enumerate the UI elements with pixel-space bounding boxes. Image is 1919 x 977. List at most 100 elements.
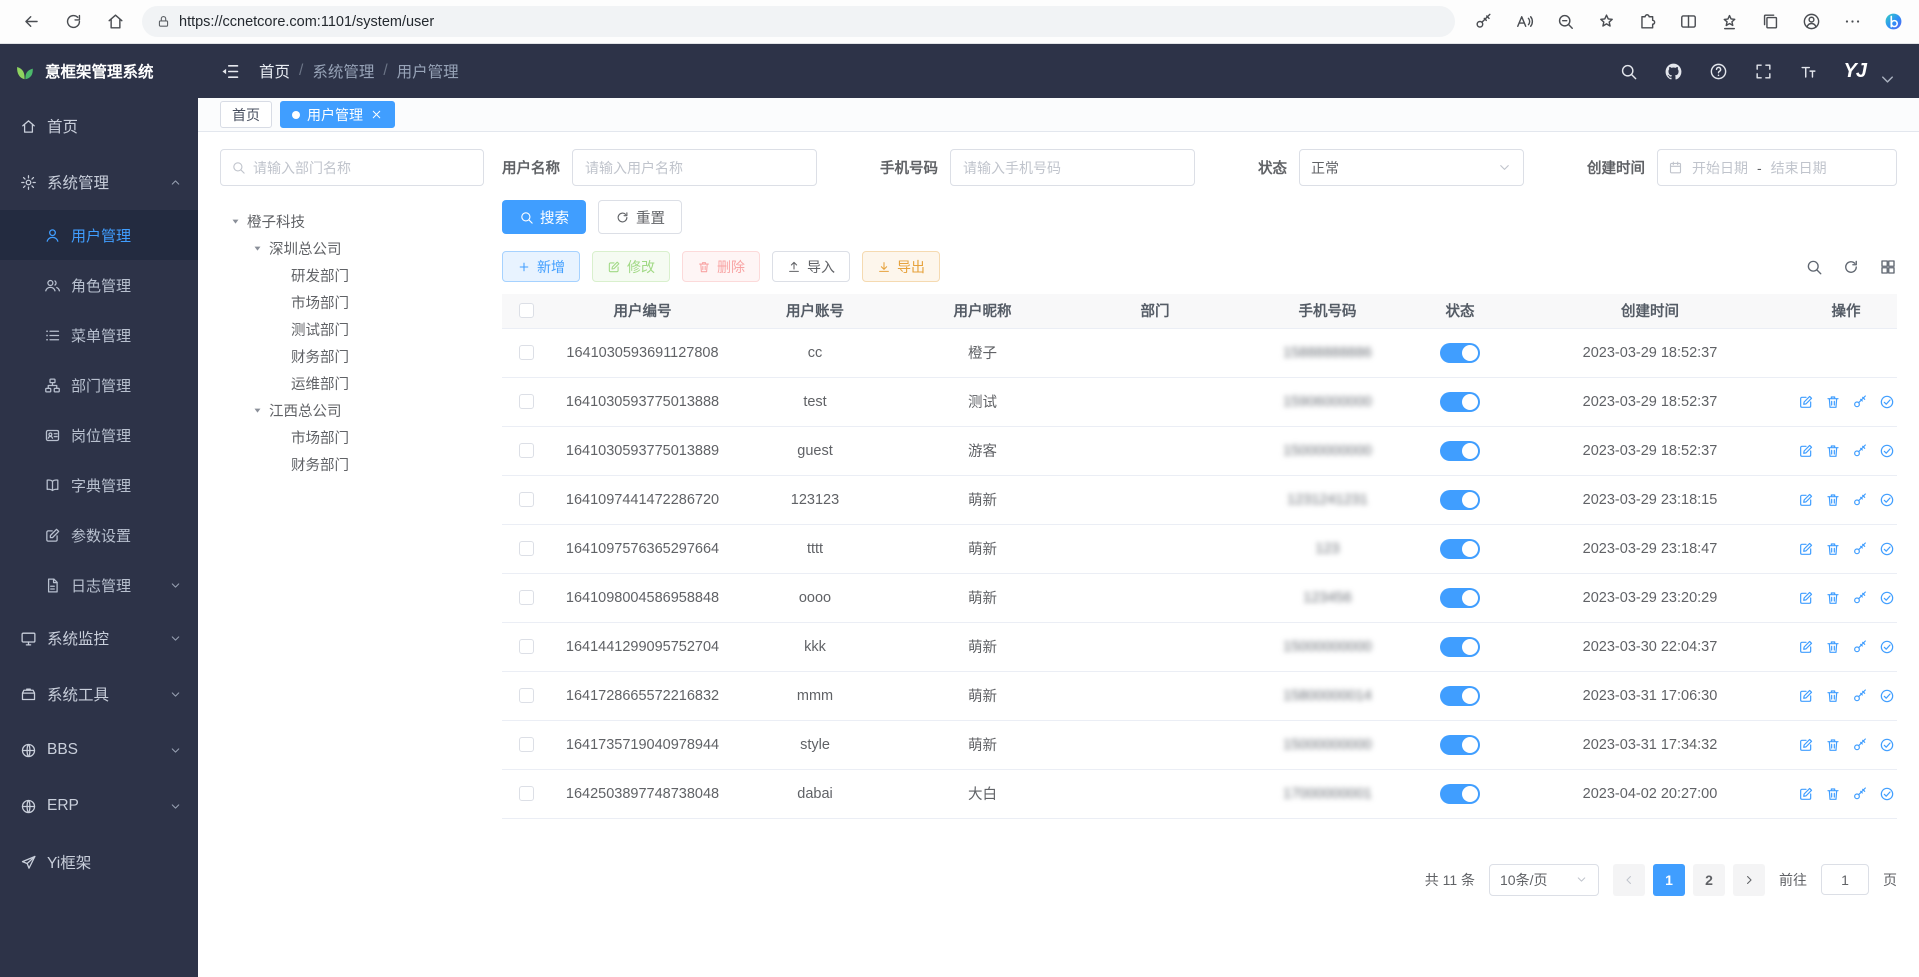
user-avatar-logo[interactable]: YJ (1844, 60, 1866, 83)
search-button[interactable]: 搜索 (502, 200, 586, 234)
date-range-picker[interactable]: 开始日期 - 结束日期 (1657, 149, 1897, 186)
status-toggle[interactable] (1440, 637, 1480, 657)
check-circle-row-button[interactable] (1879, 590, 1895, 606)
row-checkbox[interactable] (519, 345, 534, 360)
check-circle-row-button[interactable] (1879, 688, 1895, 704)
delete-row-button[interactable] (1825, 394, 1841, 410)
tree-node[interactable]: 财务部门 (220, 343, 484, 370)
tab-home[interactable]: 首页 (220, 101, 272, 128)
row-checkbox[interactable] (519, 639, 534, 654)
edit-row-button[interactable] (1798, 639, 1814, 655)
close-icon[interactable] (370, 108, 383, 121)
key-row-button[interactable] (1852, 590, 1868, 606)
refresh-toggle-button[interactable] (1842, 258, 1860, 276)
reset-button[interactable]: 重置 (598, 200, 682, 234)
delete-row-button[interactable] (1825, 737, 1841, 753)
export-button[interactable]: 导出 (862, 251, 940, 282)
key-row-button[interactable] (1852, 688, 1868, 704)
text-size-button[interactable] (1799, 62, 1818, 81)
edit-row-button[interactable] (1798, 590, 1814, 606)
username-input[interactable] (572, 149, 817, 186)
status-toggle[interactable] (1440, 441, 1480, 461)
key-row-button[interactable] (1852, 737, 1868, 753)
tree-node[interactable]: 橙子科技 (220, 208, 484, 235)
reload-button[interactable] (56, 5, 90, 39)
more-button[interactable] (1840, 10, 1864, 34)
sidebar-item-bbs[interactable]: BBS (0, 722, 198, 778)
status-toggle[interactable] (1440, 490, 1480, 510)
status-select[interactable]: 正常 (1299, 149, 1524, 186)
sidebar-item-param-settings[interactable]: 参数设置 (0, 510, 198, 560)
page-size-select[interactable]: 10条/页 (1489, 864, 1599, 896)
delete-button[interactable]: 删除 (682, 251, 760, 282)
collapse-menu-button[interactable] (220, 61, 241, 82)
home-button[interactable] (98, 5, 132, 39)
tree-node[interactable]: 测试部门 (220, 316, 484, 343)
search-toggle-button[interactable] (1805, 258, 1823, 276)
status-toggle[interactable] (1440, 343, 1480, 363)
bing-button[interactable] (1881, 10, 1905, 34)
sidebar-item-system-mgmt[interactable]: 系统管理 (0, 154, 198, 210)
tree-node[interactable]: 市场部门 (220, 424, 484, 451)
select-all-checkbox[interactable] (519, 303, 534, 318)
key-row-button[interactable] (1852, 786, 1868, 802)
delete-row-button[interactable] (1825, 590, 1841, 606)
key-row-button[interactable] (1852, 492, 1868, 508)
back-button[interactable] (14, 5, 48, 39)
prev-page-button[interactable] (1613, 864, 1645, 896)
check-circle-row-button[interactable] (1879, 492, 1895, 508)
delete-row-button[interactable] (1825, 492, 1841, 508)
dept-search-input[interactable] (253, 160, 473, 176)
profile-avatar-button[interactable] (1799, 10, 1823, 34)
grid-toggle-button[interactable] (1879, 258, 1897, 276)
split-screen-button[interactable] (1676, 10, 1700, 34)
status-toggle[interactable] (1440, 735, 1480, 755)
row-checkbox[interactable] (519, 786, 534, 801)
zoom-out-button[interactable] (1553, 10, 1577, 34)
sidebar-item-dept-mgmt[interactable]: 部门管理 (0, 360, 198, 410)
sidebar-item-erp[interactable]: ERP (0, 778, 198, 834)
breadcrumb-system[interactable]: 系统管理 (312, 60, 374, 82)
question-button[interactable] (1709, 62, 1728, 81)
github-button[interactable] (1664, 62, 1683, 81)
row-checkbox[interactable] (519, 737, 534, 752)
delete-row-button[interactable] (1825, 786, 1841, 802)
sidebar-item-role-mgmt[interactable]: 角色管理 (0, 260, 198, 310)
add-button[interactable]: 新增 (502, 251, 580, 282)
key-row-button[interactable] (1852, 394, 1868, 410)
delete-row-button[interactable] (1825, 443, 1841, 459)
tree-node[interactable]: 江西总公司 (220, 397, 484, 424)
sidebar-item-sys-monitor[interactable]: 系统监控 (0, 610, 198, 666)
edit-row-button[interactable] (1798, 737, 1814, 753)
sidebar-item-home[interactable]: 首页 (0, 98, 198, 154)
key-button[interactable] (1471, 10, 1495, 34)
phone-input[interactable] (950, 149, 1195, 186)
sidebar-item-log-mgmt[interactable]: 日志管理 (0, 560, 198, 610)
delete-row-button[interactable] (1825, 639, 1841, 655)
edit-button[interactable]: 修改 (592, 251, 670, 282)
row-checkbox[interactable] (519, 541, 534, 556)
favorites-bar-button[interactable] (1717, 10, 1741, 34)
check-circle-row-button[interactable] (1879, 443, 1895, 459)
address-bar[interactable]: https://ccnetcore.com:1101/system/user (142, 6, 1455, 37)
sidebar-item-yi-framework[interactable]: Yi框架 (0, 834, 198, 890)
goto-page-input[interactable] (1821, 864, 1869, 895)
sidebar-item-dict-mgmt[interactable]: 字典管理 (0, 460, 198, 510)
extensions-button[interactable] (1635, 10, 1659, 34)
next-page-button[interactable] (1733, 864, 1765, 896)
status-toggle[interactable] (1440, 686, 1480, 706)
sidebar-item-sys-tools[interactable]: 系统工具 (0, 666, 198, 722)
delete-row-button[interactable] (1825, 541, 1841, 557)
check-circle-row-button[interactable] (1879, 639, 1895, 655)
page-button-1[interactable]: 1 (1653, 864, 1685, 896)
collections-button[interactable] (1758, 10, 1782, 34)
row-checkbox[interactable] (519, 688, 534, 703)
status-toggle[interactable] (1440, 392, 1480, 412)
edit-row-button[interactable] (1798, 394, 1814, 410)
status-toggle[interactable] (1440, 784, 1480, 804)
tree-node[interactable]: 研发部门 (220, 262, 484, 289)
edit-row-button[interactable] (1798, 443, 1814, 459)
check-circle-row-button[interactable] (1879, 737, 1895, 753)
edit-row-button[interactable] (1798, 688, 1814, 704)
page-button-2[interactable]: 2 (1693, 864, 1725, 896)
